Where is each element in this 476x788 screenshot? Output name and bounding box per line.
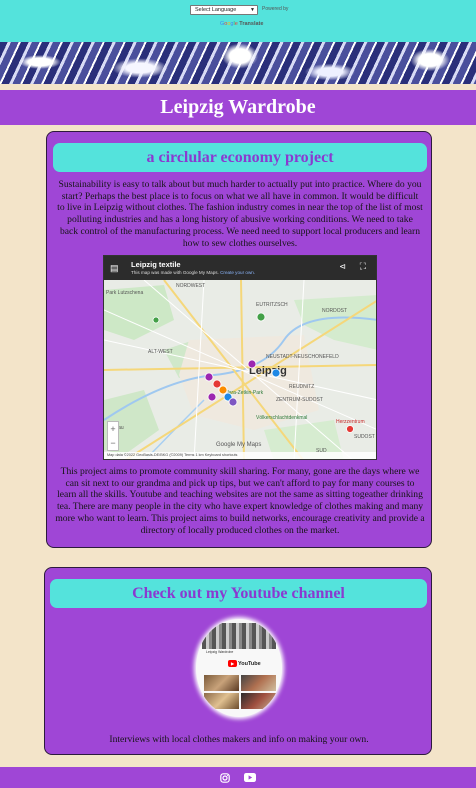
language-select[interactable]: Select Language ▼: [190, 5, 258, 15]
map-label: Herzzentrum: [336, 419, 365, 425]
video-thumbnail: [204, 693, 239, 709]
map-subtitle: This map was made with Google My Maps. C…: [131, 270, 256, 275]
youtube-card: Check out my Youtube channel Leipzig War…: [44, 567, 432, 755]
map-title: Leipzig textile: [131, 260, 181, 269]
map-zoom-control[interactable]: + −: [107, 421, 119, 451]
video-thumbnail: [241, 693, 276, 709]
youtube-icon[interactable]: [244, 773, 256, 782]
google-logo: Google: [220, 21, 238, 27]
site-title: Leipzig Wardrobe: [160, 96, 316, 118]
map-label: ALT-WEST: [148, 349, 173, 355]
translate-bar: Select Language ▼ Powered by Google Tran…: [0, 0, 476, 42]
map-marker: [207, 392, 217, 402]
fullscreen-icon[interactable]: ⛶: [360, 261, 366, 272]
map-marker: [204, 372, 214, 382]
project-intro-text: Sustainability is easy to talk about but…: [57, 179, 423, 249]
site-header: Leipzig Wardrobe: [0, 90, 476, 125]
youtube-description: Interviews with local clothes makers and…: [109, 734, 369, 745]
map-label: NEUSTADT-NEUSCHONEFELD: [266, 354, 339, 360]
translate-label: Translate: [239, 21, 264, 27]
map-marker: [218, 385, 228, 395]
google-translate-widget: Select Language ▼ Powered by Google Tran…: [190, 5, 300, 31]
map-label: NORDOST: [322, 308, 347, 314]
project-heading: a circlular economy project: [53, 143, 427, 172]
map-canvas[interactable]: Park Lutzschena NORDWEST EUTRITZSCH NORD…: [104, 280, 377, 460]
powered-by-text: Powered by: [262, 6, 289, 12]
channel-name: Leipzig Wardrobe: [206, 650, 234, 654]
language-select-label: Select Language: [195, 7, 237, 13]
map-label: REUDNITZ: [289, 384, 314, 390]
map-label: NORDWEST: [176, 283, 205, 289]
map-brand: Google My Maps: [216, 442, 262, 448]
map-label: SUDOST: [354, 434, 375, 440]
map-marker: [271, 368, 281, 378]
channel-banner-photo: [202, 623, 276, 649]
youtube-heading: Check out my Youtube channel: [50, 579, 427, 608]
map-label: Park Lutzschena: [106, 290, 143, 296]
map-legend-icon[interactable]: ▤: [110, 263, 119, 274]
map-marker: [212, 379, 222, 389]
map-marker: [228, 397, 238, 407]
chevron-down-icon: ▼: [250, 7, 255, 13]
map-label: ZENTRUM-SUDOST: [276, 397, 323, 403]
youtube-logo: ▶ YouTube: [228, 660, 261, 669]
map-marker: [256, 312, 266, 322]
share-icon[interactable]: ⊲: [339, 262, 346, 271]
create-map-link[interactable]: Create your own.: [220, 270, 255, 275]
map-embed[interactable]: ▤ Leipzig textile This map was made with…: [103, 255, 377, 460]
video-thumbnail: [241, 675, 276, 691]
project-outro-text: This project aims to promote community s…: [55, 466, 425, 536]
video-thumbnail: [204, 675, 239, 691]
map-label: Völkerschlachtdenkmal: [256, 415, 307, 421]
map-label: EUTRITZSCH: [256, 302, 288, 308]
youtube-channel-image[interactable]: Leipzig Wardrobe ▶ YouTube: [196, 619, 282, 717]
map-header: ▤ Leipzig textile This map was made with…: [104, 256, 376, 280]
map-attribution: Map data ©2022 GeoBasis-DE/BKG (©2009) T…: [104, 452, 376, 459]
project-card: a circlular economy project Sustainabili…: [46, 131, 432, 548]
instagram-icon[interactable]: [220, 772, 230, 783]
site-footer: [0, 767, 476, 788]
map-marker: [247, 359, 257, 369]
map-marker: [152, 316, 160, 324]
play-icon: ▶: [228, 660, 237, 667]
video-thumbnails: [204, 675, 276, 709]
google-translate-link[interactable]: Google Translate: [220, 21, 263, 27]
map-marker: [346, 425, 354, 433]
banner-image: [0, 42, 476, 84]
